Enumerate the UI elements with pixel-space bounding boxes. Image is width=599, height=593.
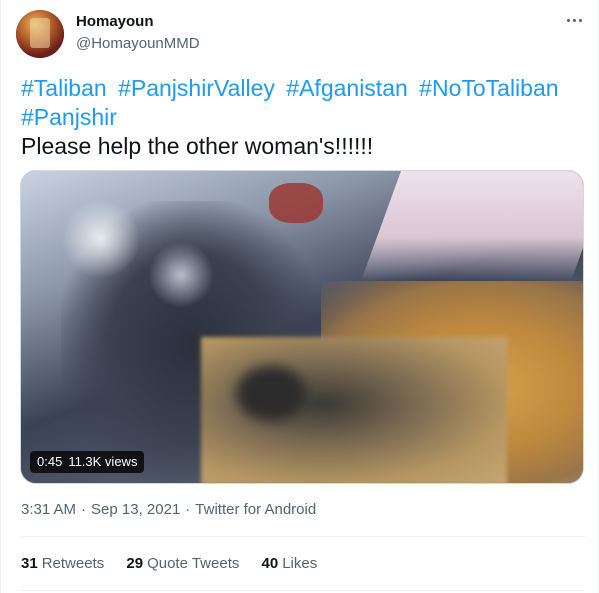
hashtag-link[interactable]: #Afganistan xyxy=(286,75,407,101)
tweet-card: Homayoun @HomayounMMD #Taliban #Panjshir… xyxy=(0,0,599,593)
video-duration: 0:45 xyxy=(37,454,63,469)
likes-stat[interactable]: 40 Likes xyxy=(262,555,318,572)
hashtag-link[interactable]: #NoToTaliban xyxy=(419,75,558,101)
tweet-meta: 3:31 AM · Sep 13, 2021 · Twitter for Android xyxy=(21,501,317,518)
user-handle[interactable]: @HomayounMMD xyxy=(76,35,200,52)
tweet-source[interactable]: Twitter for Android xyxy=(195,501,316,518)
tweet-date[interactable]: Sep 13, 2021 xyxy=(91,501,180,518)
tweet-text: #Taliban #PanjshirValley #Afganistan #No… xyxy=(21,74,581,161)
user-name[interactable]: Homayoun xyxy=(76,13,154,30)
avatar[interactable] xyxy=(16,10,64,58)
hashtag-link[interactable]: #Panjshir xyxy=(21,104,117,130)
retweets-stat[interactable]: 31 Retweets xyxy=(21,555,104,572)
hashtag-link[interactable]: #Taliban xyxy=(21,75,107,101)
tweet-body: Please help the other woman's!!!!!! xyxy=(21,133,374,159)
video-player[interactable]: 0:45 11.3K views xyxy=(20,170,584,484)
divider xyxy=(21,536,585,537)
quote-tweets-stat[interactable]: 29 Quote Tweets xyxy=(126,555,239,572)
view-count: 11.3K views xyxy=(68,454,138,469)
hashtag-line: #Taliban #PanjshirValley #Afganistan #No… xyxy=(21,74,581,103)
video-badge: 0:45 11.3K views xyxy=(30,451,145,473)
divider xyxy=(21,590,585,591)
more-options-icon[interactable] xyxy=(565,14,585,26)
engagement-stats: 31 Retweets 29 Quote Tweets 40 Likes xyxy=(21,555,335,572)
tweet-time[interactable]: 3:31 AM xyxy=(21,501,76,518)
hashtag-link[interactable]: #PanjshirValley xyxy=(118,75,275,101)
